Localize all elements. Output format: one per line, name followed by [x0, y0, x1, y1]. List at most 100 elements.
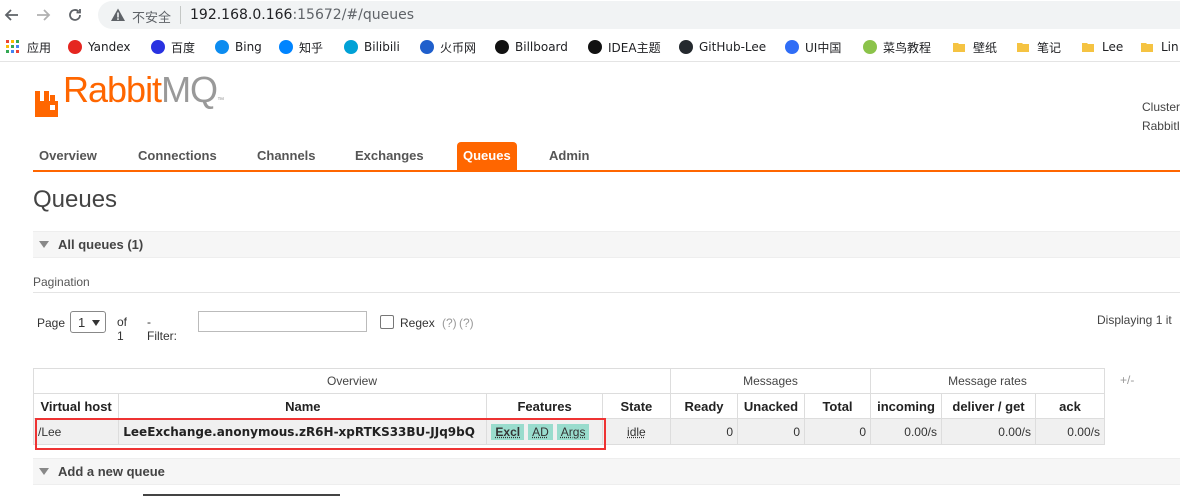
regex-checkbox[interactable]: [380, 315, 394, 329]
bookmark-label: 应用: [27, 40, 52, 55]
bookmark-label: 菜鸟教程: [883, 40, 932, 55]
bookmark-label: Lee: [1102, 40, 1124, 54]
col-incoming[interactable]: incoming: [870, 393, 942, 419]
collapse-triangle-icon: [39, 468, 49, 475]
folder-icon: [1015, 39, 1031, 55]
billboard-icon: [495, 40, 509, 54]
rabbitmq-logo[interactable]: RabbitMQ™: [33, 72, 224, 119]
zhihu-icon: [279, 40, 293, 54]
tab-overview[interactable]: Overview: [33, 145, 103, 170]
col-virtual-host[interactable]: Virtual host: [32, 393, 120, 419]
bookmark-3[interactable]: Bing: [215, 38, 262, 56]
bookmark-15[interactable]: Lin: [1139, 38, 1179, 56]
regex-help-link-2[interactable]: (?): [459, 316, 474, 330]
cell-ack: 0.00/s: [1035, 418, 1105, 445]
col-state[interactable]: State: [601, 393, 672, 419]
add-queue-label: Add a new queue: [58, 464, 165, 479]
displaying-count: Displaying 1 it: [1097, 313, 1172, 327]
back-arrow-icon[interactable]: [1, 4, 23, 26]
bookmark-label: 火币网: [440, 40, 477, 55]
bookmark-label: 知乎: [299, 40, 324, 55]
tab-queues[interactable]: Queues: [457, 142, 517, 170]
main-tabs: Overview Connections Channels Exchanges …: [33, 141, 1180, 172]
bookmark-1[interactable]: Yandex: [68, 38, 131, 56]
bookmark-13[interactable]: 笔记: [1015, 38, 1061, 56]
divider: [33, 292, 1180, 293]
cell-incoming: 0.00/s: [870, 418, 942, 445]
reload-icon[interactable]: [64, 4, 86, 26]
jetbrains-icon: [588, 40, 602, 54]
col-total[interactable]: Total: [804, 393, 871, 419]
tab-exchanges[interactable]: Exchanges: [349, 145, 430, 170]
columns-toggle[interactable]: +/-: [1120, 373, 1134, 387]
bookmark-11[interactable]: 菜鸟教程: [863, 38, 931, 56]
folder-icon: [1080, 39, 1096, 55]
bookmark-label: Lin: [1161, 40, 1179, 54]
collapse-triangle-icon: [39, 241, 49, 248]
col-name[interactable]: Name: [118, 393, 488, 419]
page-select[interactable]: 1: [70, 311, 106, 333]
col-ack[interactable]: ack: [1035, 393, 1105, 419]
col-features: Features: [486, 393, 603, 419]
bookmark-2[interactable]: 百度: [151, 38, 195, 56]
ui-china-icon: [785, 40, 799, 54]
yandex-icon: [68, 40, 82, 54]
filter-label: - Filter:: [147, 315, 177, 343]
bookmark-label: 笔记: [1037, 40, 1062, 55]
all-queues-toggle[interactable]: All queues (1): [33, 231, 1180, 258]
cell-unacked: 0: [737, 418, 805, 445]
cell-features: Excl AD Args: [486, 418, 603, 445]
table-row[interactable]: /Lee LeeExchange.anonymous.zR6H-xpRTKS33…: [32, 418, 1105, 445]
bookmark-label: Billboard: [515, 40, 568, 54]
feature-tag-args: Args: [556, 423, 590, 440]
add-queue-toggle[interactable]: Add a new queue: [33, 458, 1180, 485]
bookmark-6[interactable]: 火币网: [420, 38, 476, 56]
page-title: Queues: [33, 186, 118, 213]
cell-vhost: /Lee: [32, 418, 120, 445]
group-overview: Overview: [33, 368, 671, 394]
bookmark-5[interactable]: Bilibili: [344, 38, 400, 56]
bookmark-8[interactable]: IDEA主题: [588, 38, 661, 56]
tab-connections[interactable]: Connections: [132, 145, 223, 170]
col-unacked[interactable]: Unacked: [737, 393, 805, 419]
page-of-label: of 1: [117, 315, 128, 343]
col-ready[interactable]: Ready: [670, 393, 738, 419]
chevron-down-icon: [92, 320, 100, 326]
bookmark-label: 壁纸: [973, 40, 998, 55]
tab-admin[interactable]: Admin: [543, 145, 595, 170]
bilibili-icon: [344, 40, 358, 54]
bookmark-label: 百度: [171, 40, 196, 55]
regex-help-link[interactable]: (?): [442, 316, 457, 330]
bookmark-12[interactable]: 壁纸: [951, 38, 997, 56]
rabbitmq-logo-icon: [35, 91, 58, 117]
url-separator: [180, 6, 181, 24]
bookmark-label: Bilibili: [364, 40, 400, 54]
tab-channels[interactable]: Channels: [251, 145, 322, 170]
bookmark-9[interactable]: GitHub-Lee: [679, 38, 766, 56]
bookmark-14[interactable]: Lee: [1080, 38, 1123, 56]
insecure-label: 不安全: [132, 11, 172, 26]
github-icon: [679, 40, 693, 54]
bookmark-label: GitHub-Lee: [699, 40, 767, 54]
pagination-heading: Pagination: [33, 275, 90, 289]
all-queues-label: All queues (1): [58, 237, 144, 252]
bookmark-10[interactable]: UI中国: [785, 38, 841, 56]
bookmark-7[interactable]: Billboard: [495, 38, 568, 56]
bookmark-4[interactable]: 知乎: [279, 38, 323, 56]
bookmark-label: Yandex: [88, 40, 131, 54]
address-bar[interactable]: 不安全 192.168.0.166:15672/#/queues: [98, 1, 1180, 29]
bookmark-0[interactable]: 应用: [5, 38, 51, 56]
forward-arrow-icon[interactable]: [32, 4, 54, 26]
page-label: Page: [37, 316, 66, 330]
apps-grid-icon: [5, 39, 21, 55]
warning-icon: [111, 8, 125, 21]
cluster-name: RabbitI: [1141, 119, 1180, 133]
filter-input[interactable]: [198, 311, 367, 332]
cell-deliver-get: 0.00/s: [941, 418, 1036, 445]
bookmark-label: Bing: [235, 40, 262, 54]
queue-name-link[interactable]: LeeExchange.anonymous.zR6H-xpRTKS33BU-JJ…: [123, 425, 475, 439]
bing-icon: [215, 40, 229, 54]
col-deliver-get[interactable]: deliver / get: [941, 393, 1036, 419]
url-text: 192.168.0.166:15672/#/queues: [190, 7, 415, 23]
cell-queue-name[interactable]: LeeExchange.anonymous.zR6H-xpRTKS33BU-JJ…: [118, 418, 488, 445]
